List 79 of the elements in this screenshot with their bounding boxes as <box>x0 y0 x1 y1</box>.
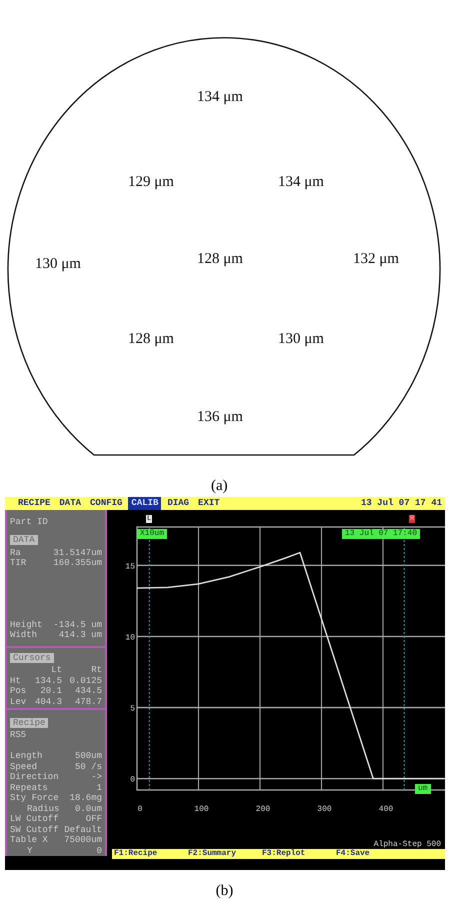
field-value: 50 /s <box>74 762 102 772</box>
menu-item[interactable]: CONFIG <box>87 497 126 510</box>
field-label: TIR <box>10 558 26 568</box>
tick-label: 400 <box>378 805 394 814</box>
thickness-label: 128 μm <box>128 332 174 347</box>
column-header: Lt <box>50 665 62 676</box>
field-label: Pos <box>10 686 28 697</box>
field-value: OFF <box>86 814 102 824</box>
field-label: Y <box>27 846 32 856</box>
field-value: 18.6mg <box>70 793 102 804</box>
field-label: LW Cutoff <box>10 814 59 824</box>
field-value: Default <box>64 824 102 835</box>
menu-item[interactable]: DATA <box>56 497 84 510</box>
function-key[interactable]: F1:Recipe <box>112 850 186 858</box>
recipe-name: RS5 <box>9 730 28 742</box>
field-value: 0.0um <box>74 804 102 814</box>
function-key[interactable]: F3:Replot <box>260 850 334 858</box>
menu-item[interactable]: DIAG <box>164 497 192 510</box>
field-label: SW Cutoff <box>10 824 59 835</box>
plot-badge: 13 Jul 07 17:40 <box>342 529 420 539</box>
thickness-label: 134 μm <box>197 90 243 105</box>
function-key[interactable]: F2:Summary <box>186 850 260 858</box>
field-value: 0 <box>96 846 102 856</box>
field-value: 160.355um <box>53 558 102 568</box>
field-label: Length <box>10 751 42 762</box>
tick-label: 200 <box>256 805 270 814</box>
plot-badge: X10um <box>137 529 168 539</box>
field-label: Lev <box>10 696 28 708</box>
field-label: Width <box>10 630 38 641</box>
field-label: Direction <box>10 772 59 782</box>
field-label: Speed <box>10 762 38 772</box>
menu-item[interactable]: RECIPE <box>15 497 54 510</box>
function-key[interactable]: F4:Save <box>334 850 408 858</box>
tick-label: 0 <box>138 805 142 814</box>
field-value: -> <box>91 772 102 782</box>
field-label: Sty Force <box>10 793 59 804</box>
thickness-label: 130 μm <box>35 257 81 272</box>
figure-caption: (b) <box>216 882 234 902</box>
column-header: Rt <box>90 665 102 676</box>
menu-item[interactable]: CALIB <box>128 497 162 510</box>
tick-label: 100 <box>194 805 209 814</box>
field-value: 478.7 <box>74 696 102 708</box>
field-value: 434.5 <box>74 686 102 697</box>
field-value: 0.0125 <box>68 676 102 686</box>
field-value: 1 <box>96 782 102 793</box>
tick-label: 0 <box>130 776 135 785</box>
thickness-label: 134 μm <box>278 175 324 190</box>
field-value: 31.5147um <box>53 548 102 558</box>
section-header: DATA <box>10 535 38 545</box>
section-header: Recipe <box>10 718 48 728</box>
field-value: 75000um <box>64 835 102 846</box>
field-label: Height <box>10 620 42 630</box>
field-label: Radius <box>27 804 60 814</box>
instrument-name: Alpha-Step 500 <box>374 840 441 849</box>
figure-caption: (a) <box>211 479 228 494</box>
section-header: Cursors <box>10 652 54 663</box>
thickness-label: 136 μm <box>197 410 243 425</box>
field-value: -134.5 um <box>53 620 102 630</box>
field-value: 20.1 <box>39 686 62 697</box>
field-value: 500um <box>74 751 102 762</box>
field-value: 404.3 <box>34 696 62 708</box>
tick-label: 15 <box>125 562 135 572</box>
tick-label: 300 <box>317 805 332 814</box>
field-label: Repeats <box>10 782 48 793</box>
field-label: Table X <box>10 835 48 846</box>
field-value: 414.3 um <box>58 630 102 641</box>
menu-item[interactable]: EXIT <box>195 497 223 510</box>
plot-badge: um <box>415 784 431 794</box>
field-label: Ht <box>10 676 22 686</box>
thickness-label: 128 μm <box>197 252 243 267</box>
tick-label: 10 <box>125 633 135 642</box>
part-id-label: Part ID <box>9 517 49 529</box>
field-value: 134.5 <box>34 676 62 686</box>
thickness-label: 132 μm <box>353 252 399 267</box>
field-label: Ra <box>10 548 21 558</box>
tick-label: 5 <box>130 704 135 714</box>
clock-text: 13 Jul 07 17 41 <box>360 499 443 508</box>
thickness-label: 130 μm <box>278 332 324 347</box>
thickness-label: 129 μm <box>128 175 174 190</box>
